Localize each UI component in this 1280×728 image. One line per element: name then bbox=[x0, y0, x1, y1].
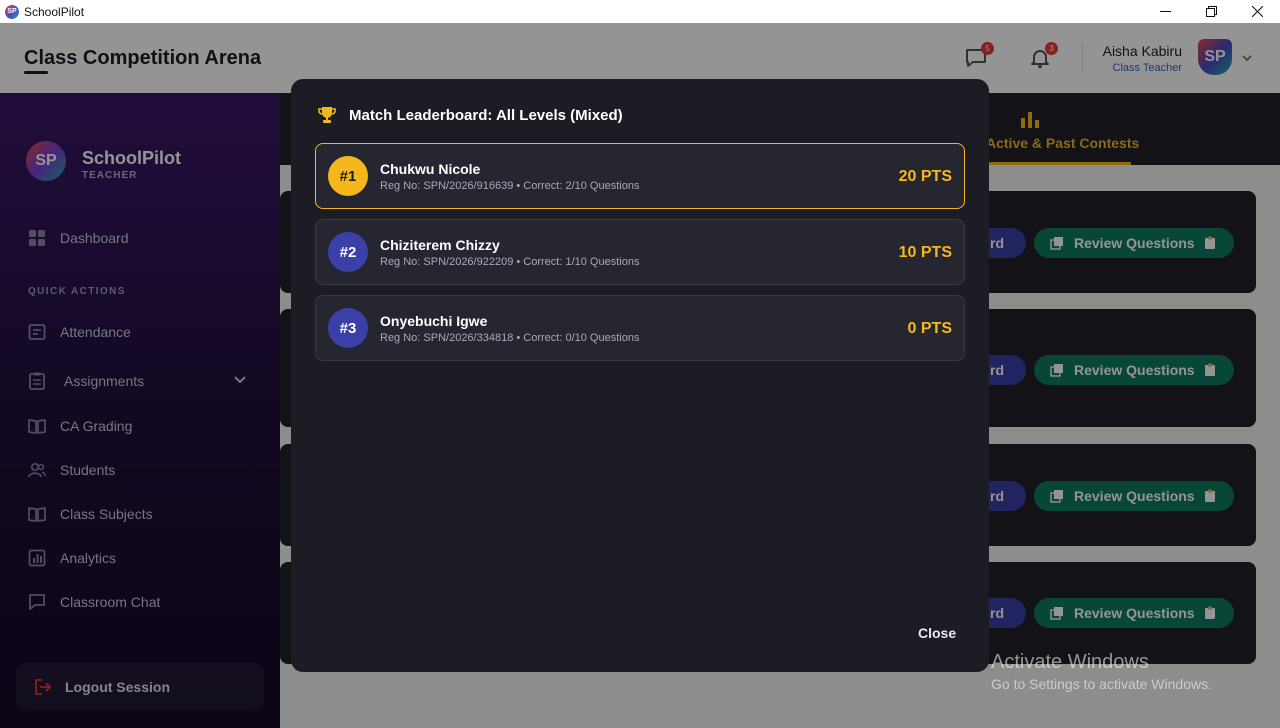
restore-icon bbox=[1205, 6, 1217, 17]
student-points: 10 PTS bbox=[898, 244, 952, 261]
leaderboard-row: #3 Onyebuchi Igwe Reg No: SPN/2026/33481… bbox=[315, 295, 965, 361]
student-name: Onyebuchi Igwe bbox=[380, 313, 488, 329]
student-name: Chukwu Nicole bbox=[380, 161, 481, 177]
rank-badge: #3 bbox=[328, 308, 368, 348]
student-meta: Reg No: SPN/2026/334818 • Correct: 0/10 … bbox=[380, 332, 640, 344]
student-meta: Reg No: SPN/2026/922209 • Correct: 1/10 … bbox=[380, 256, 640, 268]
rank-badge: #2 bbox=[328, 232, 368, 272]
close-button[interactable]: Close bbox=[918, 625, 956, 641]
activation-watermark-subtitle: Go to Settings to activate Windows. bbox=[991, 676, 1212, 692]
student-name: Chiziterem Chizzy bbox=[380, 237, 500, 253]
minimize-icon bbox=[1159, 11, 1171, 12]
window-controls bbox=[1142, 0, 1280, 23]
activation-watermark-title: Activate Windows bbox=[991, 651, 1149, 673]
leaderboard-row: #2 Chiziterem Chizzy Reg No: SPN/2026/92… bbox=[315, 219, 965, 285]
close-icon bbox=[1251, 6, 1263, 17]
student-points: 20 PTS bbox=[898, 168, 952, 185]
modal-title: Match Leaderboard: All Levels (Mixed) bbox=[349, 107, 623, 124]
leaderboard-row: #1 Chukwu Nicole Reg No: SPN/2026/916639… bbox=[315, 143, 965, 209]
minimize-button[interactable] bbox=[1142, 0, 1188, 23]
leaderboard-modal: Match Leaderboard: All Levels (Mixed) #1… bbox=[291, 79, 989, 672]
app-logo-icon: SP bbox=[5, 4, 19, 19]
student-meta: Reg No: SPN/2026/916639 • Correct: 2/10 … bbox=[380, 180, 640, 192]
trophy-icon bbox=[318, 107, 336, 123]
window-title: SchoolPilot bbox=[24, 4, 85, 19]
window-titlebar: SP SchoolPilot bbox=[0, 0, 1280, 23]
student-points: 0 PTS bbox=[907, 320, 952, 337]
restore-button[interactable] bbox=[1188, 0, 1234, 23]
rank-badge: #1 bbox=[328, 156, 368, 196]
close-window-button[interactable] bbox=[1234, 0, 1280, 23]
